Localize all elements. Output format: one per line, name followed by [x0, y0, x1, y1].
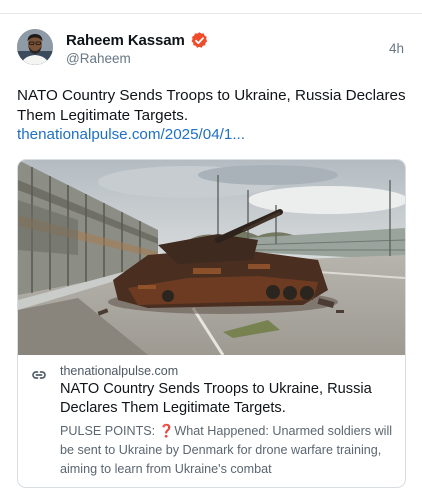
avatar-photo — [17, 29, 53, 65]
link-card-domain: thenationalpulse.com — [60, 364, 179, 378]
post-text: NATO Country Sends Troops to Ukraine, Ru… — [17, 87, 406, 124]
verified-badge-icon — [190, 31, 209, 50]
link-card[interactable]: thenationalpulse.com NATO Country Sends … — [17, 159, 406, 488]
link-card-description: PULSE POINTS: ❓What Happened: Unarmed so… — [60, 422, 400, 479]
description-prefix: PULSE POINTS: — [60, 424, 159, 438]
top-divider — [0, 13, 422, 14]
post-timestamp[interactable]: 4h — [389, 41, 404, 56]
author-handle[interactable]: @Raheem — [66, 51, 131, 66]
question-mark-icon: ❓ — [158, 424, 175, 438]
link-card-meta: thenationalpulse.com NATO Country Sends … — [18, 356, 405, 487]
author-row: Raheem Kassam — [66, 31, 209, 50]
card-image — [18, 160, 405, 355]
post-link[interactable]: thenationalpulse.com/2025/04/1... — [17, 125, 245, 145]
link-card-title: NATO Country Sends Troops to Ukraine, Ru… — [60, 381, 372, 416]
author-name[interactable]: Raheem Kassam — [66, 32, 185, 49]
avatar[interactable] — [17, 29, 53, 65]
link-icon — [30, 366, 48, 384]
